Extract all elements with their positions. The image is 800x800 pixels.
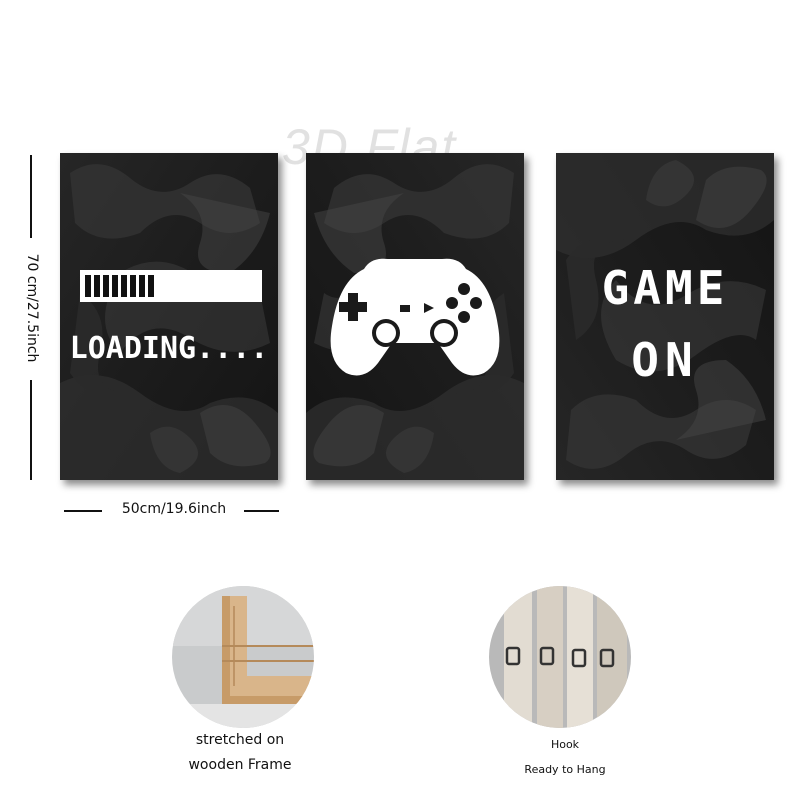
progress-cell xyxy=(112,275,118,297)
hook-caption-line1: Hook xyxy=(550,738,580,751)
camo-background xyxy=(556,153,774,480)
canvas-panel-game-on: GAME ON xyxy=(556,153,774,480)
canvas-panel-controller xyxy=(306,153,524,480)
frame-caption-line2: wooden Frame xyxy=(188,757,292,773)
hook-caption-line2: Ready to Hang xyxy=(524,763,606,776)
height-dimension-label: 70 cm/27.5inch xyxy=(24,253,40,363)
width-dimension-line-right xyxy=(244,510,279,512)
loading-progress-fill xyxy=(85,275,154,297)
gamepad-icon xyxy=(330,258,500,376)
progress-cell xyxy=(85,275,91,297)
width-dimension-line-left xyxy=(64,510,102,512)
frame-caption-line1: stretched on xyxy=(195,732,285,748)
wooden-frame-photo xyxy=(172,586,314,728)
on-text: ON xyxy=(631,333,699,387)
width-dimension-label: 50cm/19.6inch xyxy=(121,501,227,517)
progress-cell xyxy=(139,275,145,297)
canvas-panel-loading: LOADING.... xyxy=(60,153,278,480)
hook-photo xyxy=(489,586,631,728)
loading-progress-bar xyxy=(80,270,262,302)
progress-cell xyxy=(103,275,109,297)
loading-text: LOADING.... xyxy=(69,331,269,366)
camo-background xyxy=(60,153,278,480)
game-text: GAME xyxy=(601,261,729,315)
progress-cell xyxy=(130,275,136,297)
progress-cell xyxy=(121,275,127,297)
progress-cell xyxy=(94,275,100,297)
progress-cell xyxy=(148,275,154,297)
